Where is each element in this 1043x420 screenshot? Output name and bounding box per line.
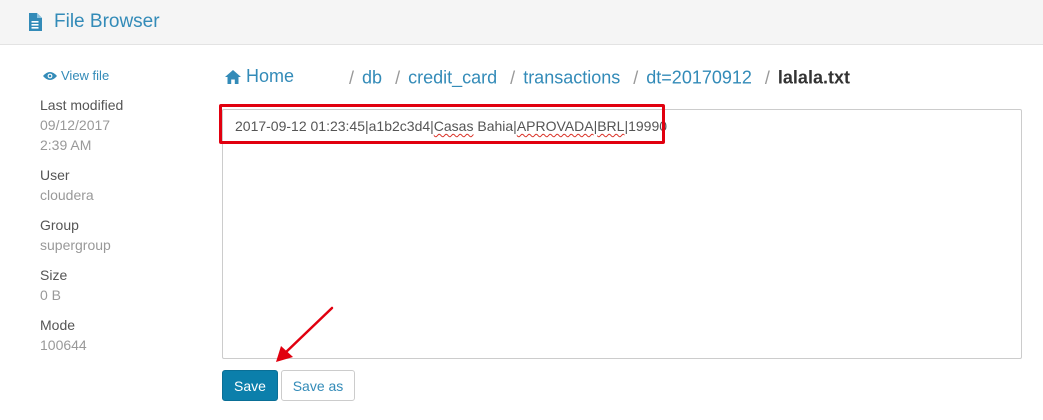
- breadcrumb-home[interactable]: Home: [225, 66, 294, 87]
- size-value: 0 B: [40, 287, 62, 303]
- breadcrumb-separator: /: [349, 67, 355, 88]
- breadcrumb-item-credit-card[interactable]: credit_card: [408, 68, 497, 88]
- user-value: cloudera: [40, 187, 94, 203]
- home-icon: [225, 69, 241, 84]
- last-modified-label: Last modified: [40, 97, 124, 113]
- last-modified-value: 09/12/2017 2:39 AM: [40, 117, 111, 153]
- user-label: User: [40, 167, 70, 183]
- breadcrumb-separator: /: [510, 67, 516, 88]
- view-file-link[interactable]: View file: [43, 68, 190, 83]
- file-icon: [29, 13, 42, 31]
- breadcrumb-item-transactions[interactable]: transactions: [523, 68, 620, 88]
- breadcrumb-separator: /: [395, 67, 401, 88]
- file-info-sidebar: View file Last modified 09/12/2017 2:39 …: [40, 68, 190, 355]
- eye-icon: [43, 71, 57, 80]
- mode-label: Mode: [40, 317, 76, 333]
- size-label: Size: [40, 267, 68, 283]
- breadcrumb-current-file: lalala.txt: [777, 67, 850, 88]
- breadcrumb-item-db[interactable]: db: [362, 68, 382, 88]
- annotation-arrow-icon: [276, 306, 334, 362]
- annotation-highlight-box: [219, 104, 665, 144]
- breadcrumb: Home / db / credit_card / transactions / dt=…: [225, 66, 850, 89]
- breadcrumb-separator: /: [633, 67, 639, 88]
- group-label: Group: [40, 217, 79, 233]
- breadcrumb-separator: /: [764, 67, 770, 88]
- file-content-editor[interactable]: 2017-09-12 01:23:45|a1b2c3d4|Casas Bahia…: [222, 109, 1022, 359]
- save-button[interactable]: Save: [222, 370, 278, 401]
- group-value: supergroup: [40, 237, 111, 253]
- mode-value: 100644: [40, 337, 87, 353]
- save-as-button[interactable]: Save as: [281, 370, 355, 401]
- view-file-label: View file: [61, 68, 110, 83]
- breadcrumb-home-label: Home: [246, 66, 295, 86]
- app-title: File Browser: [54, 11, 160, 32]
- top-bar: File Browser: [0, 0, 1043, 45]
- breadcrumb-item-date-partition[interactable]: dt=20170912: [646, 68, 752, 88]
